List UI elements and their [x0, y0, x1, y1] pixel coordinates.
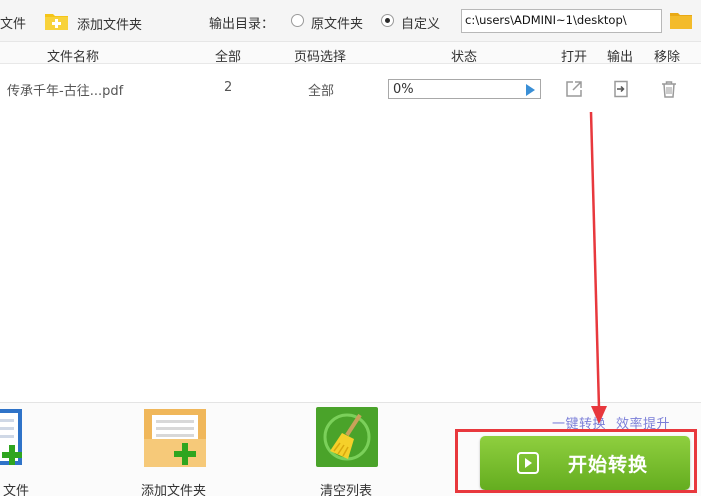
header-page-select: 页码选择	[294, 50, 347, 65]
header-status: 状态	[451, 50, 478, 65]
clear-list-button-label[interactable]: 清空列表	[320, 480, 372, 496]
file-name-cell: 传承千年-古往...pdf	[7, 84, 124, 99]
table-header: 文件名称 全部 页码选择 状态 打开 输出 移除	[0, 42, 701, 65]
radio-original-folder[interactable]	[291, 14, 304, 27]
folder-plus-icon[interactable]	[44, 11, 69, 31]
external-link-icon[interactable]	[565, 80, 583, 98]
header-file-name: 文件名称	[47, 50, 100, 65]
add-folder-button-label[interactable]: 添加文件夹	[141, 480, 206, 496]
header-remove: 移除	[654, 50, 681, 65]
radio-custom-folder[interactable]	[381, 14, 394, 27]
toolbar: 文件 添加文件夹 输出目录： 原文件夹 自定义 c:\users\ADMINI~…	[0, 0, 701, 42]
trash-icon[interactable]	[660, 80, 678, 98]
broom-icon[interactable]	[316, 407, 378, 467]
radio-original-folder-label[interactable]: 原文件夹	[311, 13, 363, 32]
output-path-input[interactable]: c:\users\ADMINI~1\desktop\	[461, 9, 662, 33]
page-select-cell[interactable]: 全部	[308, 80, 334, 99]
add-file-button[interactable]: 文件	[0, 13, 26, 32]
folder-icon[interactable]	[670, 11, 692, 29]
folder-plus-icon[interactable]	[144, 407, 206, 467]
header-open: 打开	[561, 50, 588, 65]
header-total: 全部	[215, 50, 242, 65]
total-pages-cell: 2	[224, 80, 233, 95]
export-icon[interactable]	[612, 80, 630, 98]
play-icon[interactable]	[526, 84, 535, 96]
progress-text: 0%	[393, 82, 414, 97]
table-row: 传承千年-古往...pdf 2 全部	[0, 66, 701, 112]
add-folder-button[interactable]: 添加文件夹	[77, 14, 142, 33]
output-dir-label: 输出目录：	[209, 17, 275, 32]
highlight-box	[455, 429, 697, 493]
radio-custom-folder-label[interactable]: 自定义	[401, 13, 440, 32]
header-output: 输出	[607, 50, 634, 65]
progress-bar: 0%	[388, 79, 541, 99]
add-file-icon[interactable]	[0, 407, 32, 467]
add-file-button-label[interactable]: 文件	[3, 480, 29, 496]
